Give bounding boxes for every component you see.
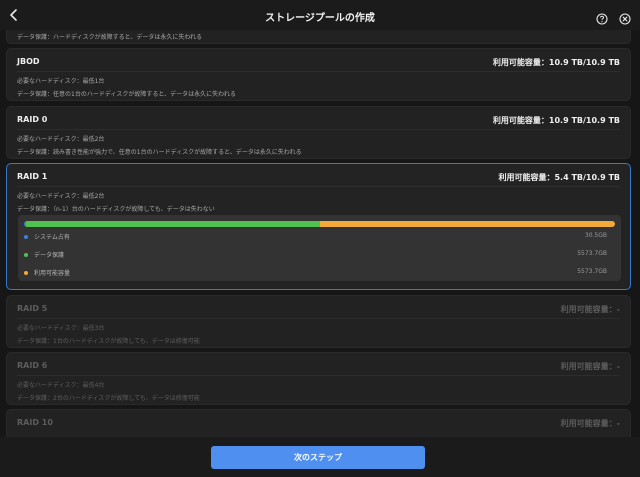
raid-option-raid6[interactable]: RAID 6 利用可能容量：- 必要なハードディスク：最低4台 データ保護：2台… <box>6 352 631 405</box>
card-divider <box>17 129 620 130</box>
legend-label: データ保護 <box>34 252 65 259</box>
card-title: RAID 0 <box>17 115 48 124</box>
raid-option-raid1[interactable]: RAID 1 利用可能容量：5.4 TB/10.9 TB 必要なハードディスク：… <box>6 163 631 290</box>
header: ストレージプールの作成 <box>0 0 640 30</box>
card-title: RAID 5 <box>17 304 48 313</box>
card-disks-line: 必要なハードディスク：最低3台 <box>17 325 105 332</box>
raid-type-list: データ保護：ハードディスクが故障すると、データは永久に失われる JBOD 利用可… <box>0 30 640 437</box>
raid-option-raid5[interactable]: RAID 5 利用可能容量：- 必要なハードディスク：最低3台 データ保護：1台… <box>6 295 631 348</box>
card-capacity: 利用可能容量：10.9 TB/10.9 TB <box>492 116 620 125</box>
card-divider <box>17 318 620 319</box>
next-step-button[interactable]: 次のステップ <box>211 446 425 469</box>
card-title: RAID 6 <box>17 361 48 370</box>
legend-row-available: 利用可能容量 5573.7GB <box>24 268 615 278</box>
legend-value: 30.5GB <box>584 232 607 239</box>
card-divider <box>17 375 620 376</box>
close-circle-icon <box>619 13 631 25</box>
capacity-usage-panel: システム占有 30.5GB データ保護 5573.7GB 利用可能容量 5573… <box>18 215 621 281</box>
legend-value: 5573.7GB <box>577 268 607 275</box>
help-circle-icon <box>596 13 608 25</box>
close-button[interactable] <box>619 10 631 25</box>
bar-segment-protection <box>25 221 321 227</box>
legend-dot <box>24 253 28 257</box>
card-capacity: 利用可能容量：- <box>560 362 620 371</box>
card-disks-line: 必要なハードディスク：最低4台 <box>17 382 105 389</box>
raid-option-raid10[interactable]: RAID 10 利用可能容量：- <box>6 409 631 437</box>
footer: 次のステップ <box>0 437 640 477</box>
raid-option-jbod[interactable]: JBOD 利用可能容量：10.9 TB/10.9 TB 必要なハードディスク：最… <box>6 48 631 101</box>
card-divider <box>17 71 620 72</box>
card-protection-line: データ保護：1台のハードディスクが故障しても、データは修復可能 <box>17 338 200 345</box>
card-protection-line: データ保護：2台のハードディスクが故障しても、データは修復可能 <box>17 395 200 402</box>
legend-row-system: システム占有 30.5GB <box>24 232 615 242</box>
card-disks-line: 必要なハードディスク：最低2台 <box>17 136 105 143</box>
card-capacity: 利用可能容量：10.9 TB/10.9 TB <box>492 58 620 67</box>
bar-segment-available <box>320 221 615 227</box>
card-title: RAID 10 <box>17 418 53 427</box>
page-title: ストレージプールの作成 <box>265 13 375 24</box>
legend-value: 5573.7GB <box>577 250 607 257</box>
card-capacity: 利用可能容量：- <box>560 419 620 428</box>
capacity-bar <box>24 221 615 227</box>
legend-row-protection: データ保護 5573.7GB <box>24 250 615 260</box>
legend-dot <box>24 271 28 275</box>
card-capacity: 利用可能容量：5.4 TB/10.9 TB <box>498 173 620 182</box>
card-protection-line: データ保護：（n-1）台のハードディスクが故障しても、データは失わない <box>17 206 215 213</box>
raid-option-partial[interactable]: データ保護：ハードディスクが故障すると、データは永久に失われる <box>6 30 631 44</box>
card-disks-line: 必要なハードディスク：最低2台 <box>17 193 105 200</box>
help-button[interactable] <box>596 10 608 25</box>
card-title: RAID 1 <box>17 172 48 181</box>
legend-dot <box>24 235 28 239</box>
legend-label: 利用可能容量 <box>34 270 71 277</box>
card-capacity: 利用可能容量：- <box>560 305 620 314</box>
card-disks-line: 必要なハードディスク：最低1台 <box>17 78 105 85</box>
legend-label: システム占有 <box>34 234 70 241</box>
card-divider <box>17 186 620 187</box>
card-protection-line: データ保護：任意の1台のハードディスクが故障すると、データは永久に失われる <box>17 91 236 98</box>
card-protection-line: データ保護：読み書き性能が強力で、任意の1台のハードディスクが故障すると、データ… <box>17 149 302 156</box>
raid-option-raid0[interactable]: RAID 0 利用可能容量：10.9 TB/10.9 TB 必要なハードディスク… <box>6 106 631 159</box>
card-title: JBOD <box>17 57 40 66</box>
card-protection-line: データ保護：ハードディスクが故障すると、データは永久に失われる <box>17 34 203 41</box>
